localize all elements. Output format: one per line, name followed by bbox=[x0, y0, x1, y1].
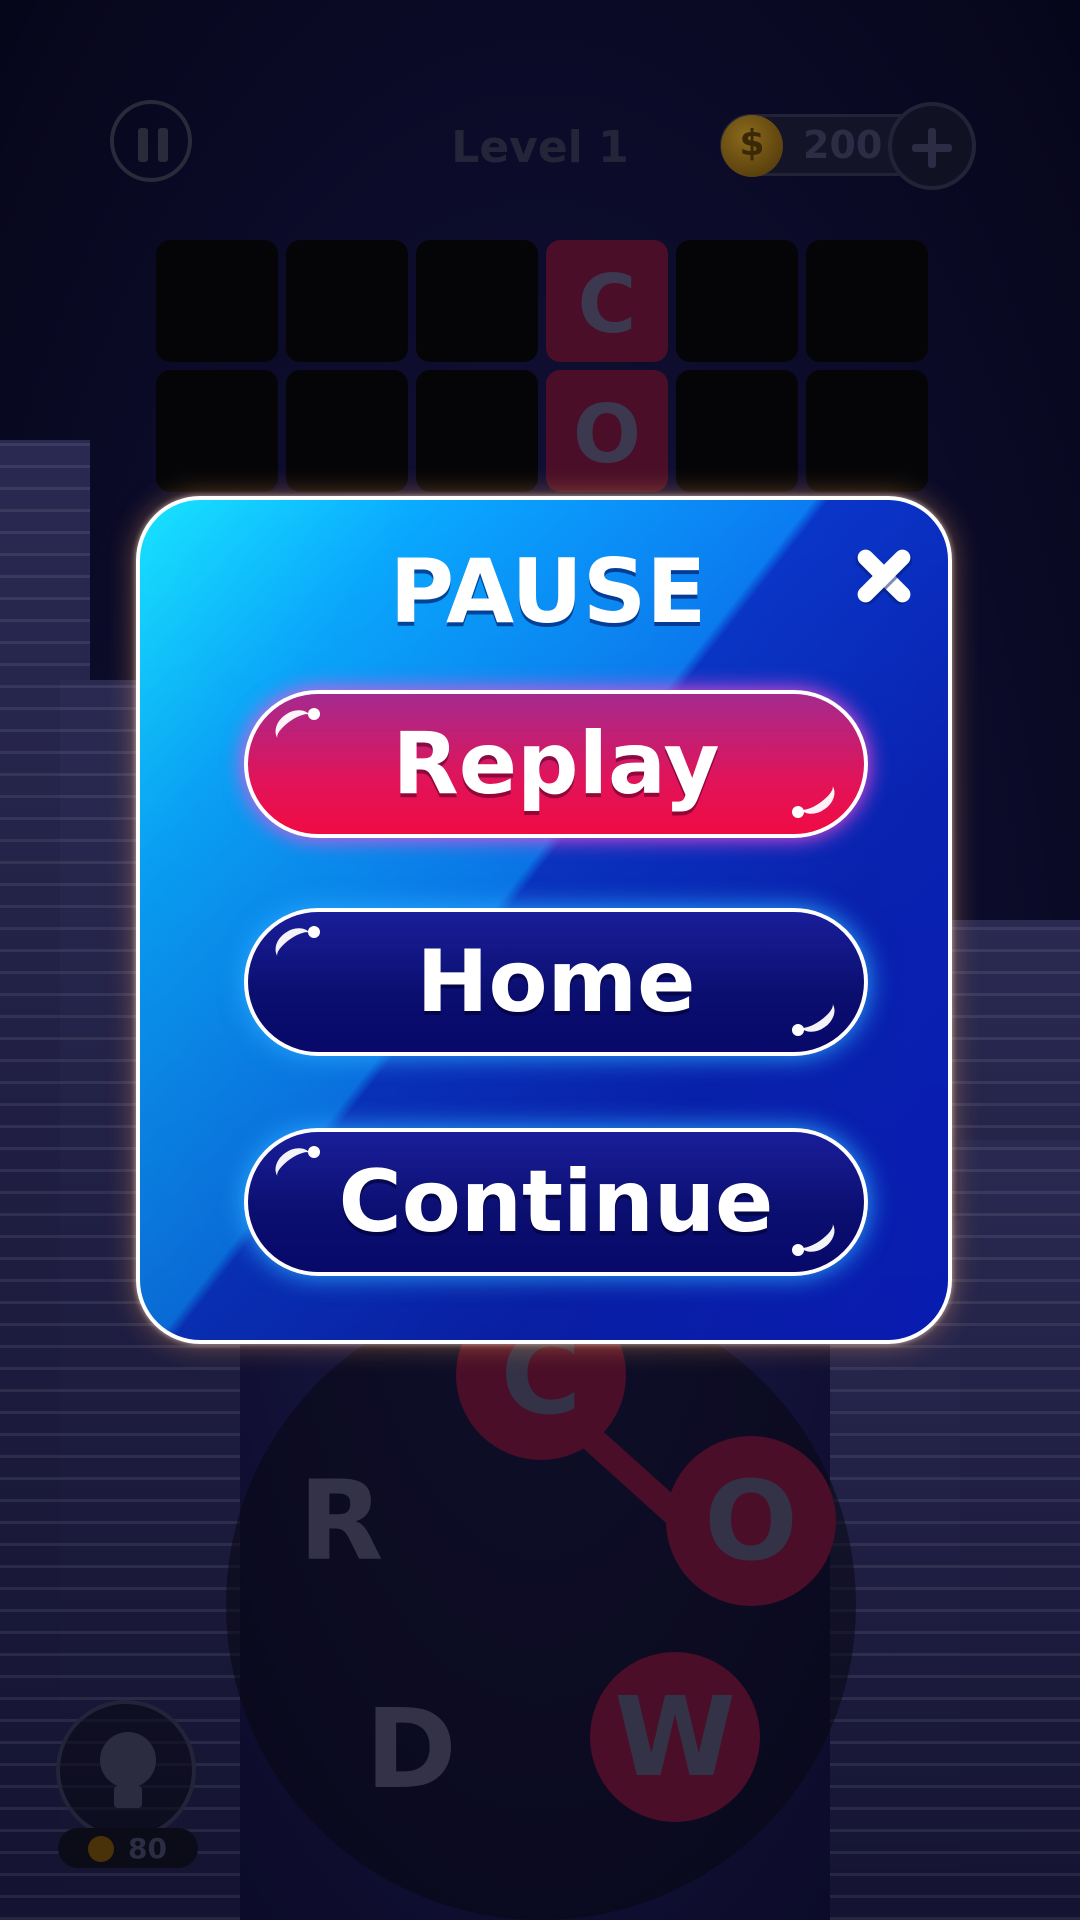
grid-cell bbox=[156, 240, 278, 362]
button-glint-dot bbox=[308, 926, 320, 938]
lightbulb-icon bbox=[100, 1732, 156, 1788]
continue-button[interactable]: Continue bbox=[244, 1128, 868, 1276]
button-glint-dot bbox=[792, 1024, 804, 1036]
cell-letter: C bbox=[577, 258, 637, 351]
grid-cell bbox=[416, 370, 538, 492]
dialog-title: PAUSE bbox=[389, 540, 707, 643]
grid-cell bbox=[286, 370, 408, 492]
add-coins-button[interactable] bbox=[888, 102, 976, 190]
replay-button-label: Replay bbox=[392, 714, 720, 814]
wheel-letter[interactable]: O bbox=[666, 1436, 836, 1606]
building bbox=[960, 1140, 1080, 1920]
hint-button[interactable] bbox=[56, 1700, 196, 1840]
button-glint-dot bbox=[792, 1244, 804, 1256]
grid-cell bbox=[806, 370, 928, 492]
cell-letter: O bbox=[572, 388, 641, 481]
hint-cost-value: 80 bbox=[128, 1832, 167, 1865]
coin-icon bbox=[88, 1836, 114, 1862]
grid-cell bbox=[416, 240, 538, 362]
lightbulb-base bbox=[114, 1786, 142, 1808]
wheel-letter[interactable]: D bbox=[326, 1664, 496, 1834]
wheel-letter[interactable]: W bbox=[590, 1652, 760, 1822]
replay-button[interactable]: Replay bbox=[244, 690, 868, 838]
hint-cost: 80 bbox=[58, 1828, 198, 1868]
continue-button-label: Continue bbox=[338, 1152, 774, 1252]
pause-dialog: PAUSE Replay Home Continue bbox=[136, 496, 952, 1344]
button-glint-dot bbox=[308, 1146, 320, 1158]
close-button[interactable] bbox=[846, 536, 926, 616]
grid-cell bbox=[676, 240, 798, 362]
coin-icon bbox=[721, 115, 783, 177]
top-bar: Level 1 200 bbox=[0, 100, 1080, 200]
button-glint-dot bbox=[308, 708, 320, 720]
grid-cell bbox=[676, 370, 798, 492]
grid-cell: O bbox=[546, 370, 668, 492]
grid-cell bbox=[806, 240, 928, 362]
home-button[interactable]: Home bbox=[244, 908, 868, 1056]
grid-cell bbox=[286, 240, 408, 362]
grid-cell: C bbox=[546, 240, 668, 362]
coin-count: 200 bbox=[803, 123, 883, 167]
wheel-letter[interactable]: R bbox=[256, 1436, 426, 1606]
home-button-label: Home bbox=[416, 932, 696, 1032]
button-glint-dot bbox=[792, 806, 804, 818]
grid-cell bbox=[156, 370, 278, 492]
